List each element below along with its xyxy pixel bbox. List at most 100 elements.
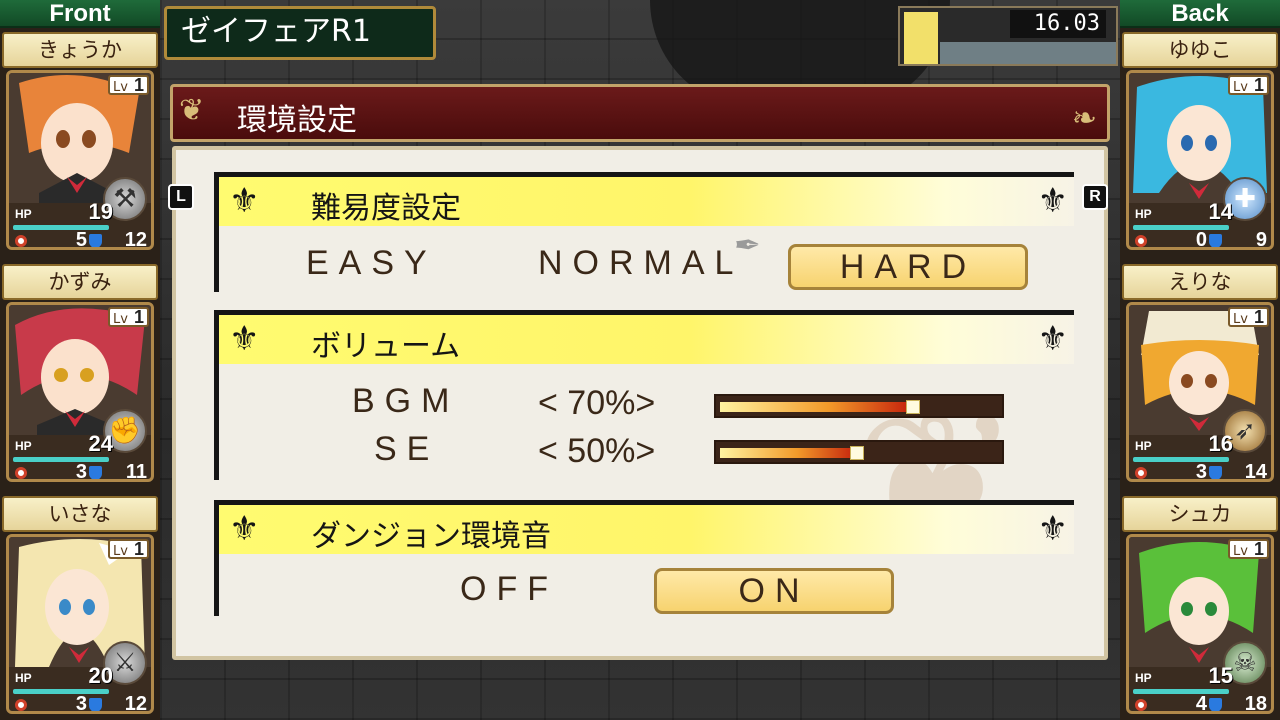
- difficulty-hard-button[interactable]: HARD: [788, 244, 1028, 290]
- defense-value: 14: [1244, 461, 1267, 482]
- hp-value: 16: [1208, 431, 1233, 456]
- level-badge: Lv 1: [108, 75, 149, 95]
- attack-icon: [1135, 699, 1147, 711]
- portrait-frame: Lv 1 ☠ HP 15 4 18: [1126, 534, 1274, 714]
- se-value[interactable]: < 50%>: [538, 432, 655, 471]
- level-badge: Lv 1: [1228, 307, 1269, 327]
- back-party-column: Back ゆゆこ Lv 1 ✚ HP 14 0 9 えりな Lv 1 ➶ HP …: [1120, 0, 1280, 720]
- volume-header: ⚜ ボリューム ⚜: [214, 310, 1074, 364]
- se-slider-knob[interactable]: [850, 446, 864, 460]
- timer-panel: 16.03: [898, 6, 1118, 66]
- feather-cursor-icon: ✒: [734, 226, 761, 264]
- portrait-frame: Lv 1 ✚ HP 14 0 9: [1126, 70, 1274, 250]
- portrait-frame: Lv 1 ➶ HP 16 3 14: [1126, 302, 1274, 482]
- party-card-back-0[interactable]: ゆゆこ Lv 1 ✚ HP 14 0 9: [1122, 30, 1278, 252]
- portrait-frame: Lv 1 ⚒ HP 19 5 12: [6, 70, 154, 250]
- level-value: 1: [1253, 75, 1264, 95]
- se-slider[interactable]: [714, 440, 1004, 464]
- level-label: Lv: [113, 312, 128, 327]
- level-badge: Lv 1: [108, 539, 149, 559]
- hp-value: 14: [1208, 199, 1233, 224]
- attack-icon: [1135, 235, 1147, 247]
- fleur-right-icon: ⚜: [1037, 509, 1068, 549]
- volume-section: ⚜ ボリューム ⚜ BGM < 70%> SE < 50%>: [214, 310, 1074, 484]
- party-card-front-1[interactable]: かずみ Lv 1 ✊ HP 24 3 11: [2, 262, 158, 484]
- level-value: 1: [133, 75, 144, 95]
- shield-icon: [89, 234, 102, 247]
- hp-row: HP 19: [13, 199, 113, 225]
- character-name: きょうか: [2, 32, 158, 68]
- hp-value: 20: [88, 663, 113, 688]
- r-shoulder-button[interactable]: R: [1082, 184, 1108, 210]
- settings-window: ❦ 環境設定 ❧ ❦ ⚜ 難易度設定 ⚜ EASY NORMAL ✒ HARD …: [170, 84, 1110, 660]
- fleur-left-icon: ⚜: [229, 509, 260, 549]
- stats-row: 3 12: [13, 693, 151, 714]
- attack-value: 5: [75, 229, 87, 250]
- bgm-slider-knob[interactable]: [906, 400, 920, 414]
- level-badge: Lv 1: [108, 307, 149, 327]
- hp-value: 24: [88, 431, 113, 456]
- hp-label: HP: [1135, 439, 1152, 453]
- difficulty-normal[interactable]: NORMAL: [538, 244, 743, 283]
- fleur-right-icon: ⚜: [1037, 181, 1068, 221]
- shield-icon: [89, 698, 102, 711]
- party-card-front-0[interactable]: きょうか Lv 1 ⚒ HP 19 5 12: [2, 30, 158, 252]
- timer-value: 16.03: [1010, 10, 1106, 38]
- difficulty-easy[interactable]: EASY: [306, 244, 437, 283]
- fleur-right-icon: ⚜: [1037, 319, 1068, 359]
- volume-title: ボリューム: [311, 329, 461, 364]
- level-badge: Lv 1: [1228, 539, 1269, 559]
- defense-value: 9: [1255, 229, 1267, 250]
- defense-value: 18: [1244, 693, 1267, 714]
- front-label: Front: [0, 0, 160, 28]
- level-label: Lv: [113, 80, 128, 95]
- level-value: 1: [1253, 539, 1264, 559]
- stats-row: 3 11: [13, 461, 151, 482]
- level-label: Lv: [1233, 312, 1248, 327]
- difficulty-title: 難易度設定: [311, 191, 461, 226]
- hp-row: HP 16: [1133, 431, 1233, 457]
- bgm-slider[interactable]: [714, 394, 1004, 418]
- level-value: 1: [133, 539, 144, 559]
- hp-label: HP: [1135, 671, 1152, 685]
- bgm-slider-fill: [720, 402, 916, 412]
- attack-value: 3: [75, 461, 87, 482]
- level-label: Lv: [1233, 544, 1248, 559]
- party-card-back-1[interactable]: えりな Lv 1 ➶ HP 16 3 14: [1122, 262, 1278, 484]
- attack-value: 4: [1195, 693, 1207, 714]
- stats-row: 5 12: [13, 229, 151, 250]
- fleur-left-icon: ⚜: [229, 181, 260, 221]
- hp-value: 15: [1208, 663, 1233, 688]
- ambient-on-button[interactable]: ON: [654, 568, 894, 614]
- stats-row: 4 18: [1133, 693, 1271, 714]
- attack-icon: [15, 699, 27, 711]
- attack-value: 3: [1195, 461, 1207, 482]
- character-name: シュカ: [1122, 496, 1278, 532]
- l-shoulder-button[interactable]: L: [168, 184, 194, 210]
- hp-row: HP 15: [1133, 663, 1233, 689]
- bgm-value[interactable]: < 70%>: [538, 384, 655, 423]
- hp-label: HP: [15, 207, 32, 221]
- party-card-back-2[interactable]: シュカ Lv 1 ☠ HP 15 4 18: [1122, 494, 1278, 716]
- se-label: SE: [374, 430, 440, 468]
- settings-body: ❦ ⚜ 難易度設定 ⚜ EASY NORMAL ✒ HARD ⚜ ボリューム ⚜…: [172, 146, 1108, 660]
- hp-row: HP 14: [1133, 199, 1233, 225]
- attack-value: 3: [75, 693, 87, 714]
- level-badge: Lv 1: [1228, 75, 1269, 95]
- party-card-front-2[interactable]: いさな Lv 1 ⚔ HP 20 3 12: [2, 494, 158, 716]
- level-value: 1: [133, 307, 144, 327]
- defense-value: 12: [124, 693, 147, 714]
- character-name: えりな: [1122, 264, 1278, 300]
- ambient-title: ダンジョン環境音: [311, 519, 551, 554]
- character-name: ゆゆこ: [1122, 32, 1278, 68]
- attack-icon: [1135, 467, 1147, 479]
- settings-title-bar: ❦ 環境設定 ❧: [170, 84, 1110, 142]
- character-name: いさな: [2, 496, 158, 532]
- attack-icon: [15, 235, 27, 247]
- ambient-off[interactable]: OFF: [460, 570, 558, 609]
- stats-row: 0 9: [1133, 229, 1271, 250]
- hp-label: HP: [15, 671, 32, 685]
- attack-icon: [15, 467, 27, 479]
- back-label: Back: [1120, 0, 1280, 28]
- se-slider-fill: [720, 448, 860, 458]
